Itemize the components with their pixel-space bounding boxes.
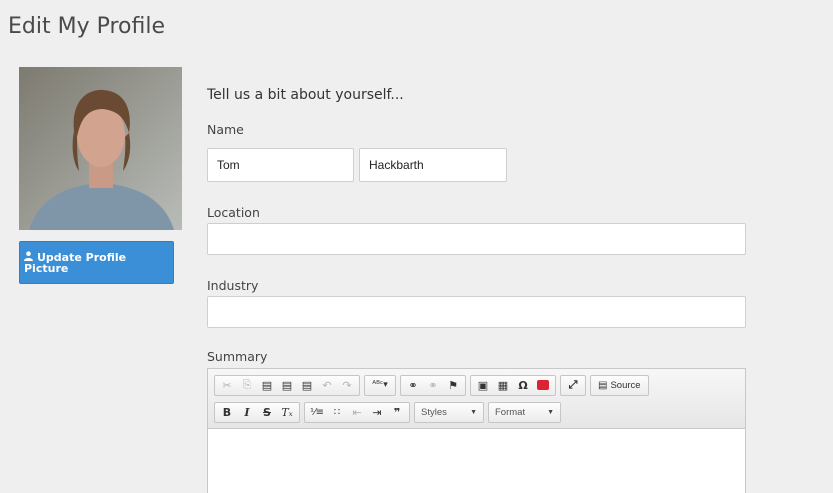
summary-label: Summary (207, 349, 268, 364)
redo-icon[interactable]: ↷ (337, 377, 357, 394)
chevron-down-icon: ▼ (470, 408, 477, 416)
bold-icon[interactable]: B (217, 404, 237, 421)
paste-word-icon[interactable]: ▤ (297, 377, 317, 394)
clipboard-group: ✂ ⎘ ▤ ▤ ▤ ↶ ↷ (214, 374, 360, 396)
indent-icon[interactable]: ⇥ (367, 404, 387, 421)
undo-icon[interactable]: ↶ (317, 377, 337, 394)
update-profile-picture-button[interactable]: Update Profile Picture (19, 241, 174, 284)
source-icon: ▤ (598, 379, 608, 391)
industry-label: Industry (207, 278, 259, 293)
list-group: ⅟≡ ∷ ⇤ ⇥ ❞ (304, 401, 410, 423)
anchor-icon[interactable]: ⚑ (443, 377, 463, 394)
table-icon[interactable]: ▦ (493, 377, 513, 394)
insert-group: ▣ ▦ Ω (470, 374, 556, 396)
toolbar-row-1: ✂ ⎘ ▤ ▤ ▤ ↶ ↷ ᴬᴮᶜ▾ ⚭ ⚭ ⚑ ▣ ▦ Ω ⤢ ▤ Sourc… (214, 373, 739, 397)
outdent-icon[interactable]: ⇤ (347, 404, 367, 421)
styles-label: Styles (421, 406, 447, 418)
source-button[interactable]: ▤ Source (593, 377, 646, 394)
cut-icon[interactable]: ✂ (217, 377, 237, 394)
summary-editor: ✂ ⎘ ▤ ▤ ▤ ↶ ↷ ᴬᴮᶜ▾ ⚭ ⚭ ⚑ ▣ ▦ Ω ⤢ ▤ Sourc… (207, 368, 746, 493)
bulleted-list-icon[interactable]: ∷ (327, 404, 347, 421)
toolbar-row-2: B I S Tₓ ⅟≡ ∷ ⇤ ⇥ ❞ Styles ▼ Format ▼ (214, 400, 739, 424)
spellcheck-group: ᴬᴮᶜ▾ (364, 374, 396, 396)
youtube-icon[interactable] (533, 377, 553, 394)
unlink-icon[interactable]: ⚭ (423, 377, 443, 394)
maximize-icon[interactable]: ⤢ (563, 377, 583, 394)
basic-styles-group: B I S Tₓ (214, 401, 300, 423)
special-char-icon[interactable]: Ω (513, 377, 533, 394)
remove-format-icon[interactable]: Tₓ (277, 404, 297, 421)
format-dropdown[interactable]: Format ▼ (488, 401, 561, 423)
last-name-input[interactable]: Hackbarth (359, 148, 507, 182)
image-icon[interactable]: ▣ (473, 377, 493, 394)
update-profile-picture-label: Update Profile Picture (24, 251, 127, 275)
name-label: Name (207, 122, 244, 137)
format-label: Format (495, 406, 526, 418)
location-input[interactable] (207, 223, 746, 255)
summary-editor-body[interactable] (208, 429, 745, 493)
blockquote-icon[interactable]: ❞ (387, 404, 407, 421)
page-title: Edit My Profile (8, 14, 165, 39)
styles-dropdown[interactable]: Styles ▼ (414, 401, 484, 423)
link-icon[interactable]: ⚭ (403, 377, 423, 394)
chevron-down-icon: ▼ (547, 408, 554, 416)
source-label: Source (610, 379, 641, 391)
source-group: ▤ Source (590, 374, 649, 396)
copy-icon[interactable]: ⎘ (237, 377, 257, 394)
editor-toolbar: ✂ ⎘ ▤ ▤ ▤ ↶ ↷ ᴬᴮᶜ▾ ⚭ ⚭ ⚑ ▣ ▦ Ω ⤢ ▤ Sourc… (208, 369, 745, 429)
tools-group: ⤢ (560, 374, 586, 396)
avatar (19, 67, 182, 230)
form-intro: Tell us a bit about yourself... (207, 87, 404, 103)
industry-input[interactable] (207, 296, 746, 328)
paste-text-icon[interactable]: ▤ (277, 377, 297, 394)
location-label: Location (207, 205, 260, 220)
paste-icon[interactable]: ▤ (257, 377, 277, 394)
first-name-input[interactable]: Tom (207, 148, 354, 182)
strike-icon[interactable]: S (257, 404, 277, 421)
link-group: ⚭ ⚭ ⚑ (400, 374, 466, 396)
italic-icon[interactable]: I (237, 404, 257, 421)
numbered-list-icon[interactable]: ⅟≡ (307, 404, 327, 421)
spellcheck-icon[interactable]: ᴬᴮᶜ▾ (367, 377, 393, 394)
